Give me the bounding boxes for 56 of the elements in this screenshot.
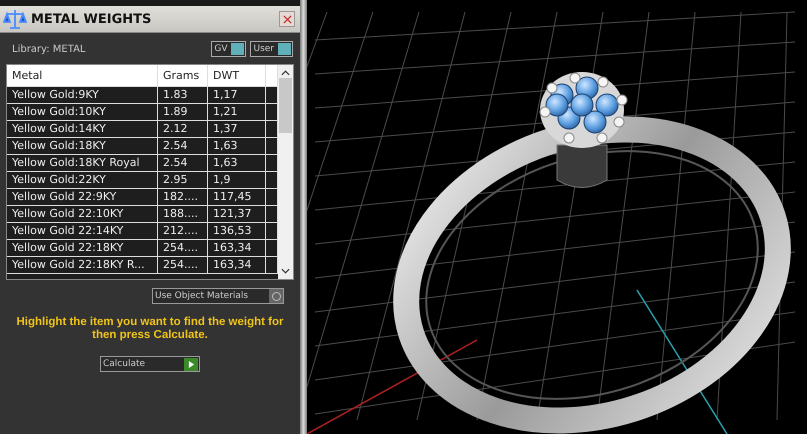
table-cell: Yellow Gold:18KY: [7, 138, 158, 155]
empty-header-cell: [266, 65, 278, 87]
table-cell: Yellow Gold 22:9KY: [7, 189, 158, 206]
column-header[interactable]: Grams: [158, 65, 208, 87]
table-cell: Yellow Gold 22:10KY: [7, 206, 158, 223]
table-cell: 117,45: [208, 189, 266, 206]
table-cell: 2.95: [158, 172, 208, 189]
table-cell: 163,34: [208, 257, 266, 274]
table-cell: 1,63: [208, 138, 266, 155]
close-icon: [282, 14, 292, 24]
toggle-switch[interactable]: GV: [211, 41, 246, 57]
table-cell: 2.54: [158, 138, 208, 155]
table-cell: 2.54: [158, 155, 208, 172]
scrollbar[interactable]: [278, 65, 293, 279]
use-object-materials-option[interactable]: Use Object Materials: [152, 288, 284, 304]
table-cell: Yellow Gold:14KY: [7, 121, 158, 138]
table-cell: 1.83: [158, 87, 208, 104]
instruction-text: Highlight the item you want to find the weight for then press Calculate.: [15, 316, 285, 342]
table-cell: 163,34: [208, 240, 266, 257]
table-cell: 212....: [158, 223, 208, 240]
table-cell: 2.12: [158, 121, 208, 138]
table-cell: Yellow Gold:10KY: [7, 104, 158, 121]
table-cell: 1,17: [208, 87, 266, 104]
toggle-label: GV: [214, 44, 228, 54]
table-cell: 136,53: [208, 223, 266, 240]
scroll-up-icon[interactable]: [281, 70, 290, 76]
table-cell: Yellow Gold 22:18KY: [7, 240, 158, 257]
table-cell: 188....: [158, 206, 208, 223]
radio-button[interactable]: [272, 292, 280, 300]
table-cell: 1,21: [208, 104, 266, 121]
column-header[interactable]: DWT: [208, 65, 266, 87]
table-cell: 254....: [158, 257, 208, 274]
scroll-down-icon[interactable]: [281, 268, 290, 274]
table-cell: 1.89: [158, 104, 208, 121]
table-cell: Yellow Gold 22:14KY: [7, 223, 158, 240]
table-cell: 1,9: [208, 172, 266, 189]
option-label: Use Object Materials: [155, 291, 248, 301]
table-cell: 254....: [158, 240, 208, 257]
table-cell: Yellow Gold:22KY: [7, 172, 158, 189]
table-cell: 1,63: [208, 155, 266, 172]
library-label: Library: METAL: [12, 44, 86, 54]
table-cell: 1,37: [208, 121, 266, 138]
panel-title: METAL WEIGHTS: [31, 12, 152, 26]
table-cell: 182....: [158, 189, 208, 206]
scrollbar-thumb[interactable]: [279, 78, 292, 133]
scale-icon: [3, 7, 27, 31]
toggle-switch[interactable]: User: [250, 41, 293, 57]
table-cell: Yellow Gold:9KY: [7, 87, 158, 104]
calculate-button[interactable]: Calculate: [100, 356, 200, 372]
column-header[interactable]: Metal: [7, 65, 158, 87]
close-button[interactable]: [279, 11, 295, 27]
toggle-label: User: [253, 44, 274, 54]
table-cell: 121,37: [208, 206, 266, 223]
play-icon: [184, 358, 198, 370]
table-cell: Yellow Gold 22:18KY R...: [7, 257, 158, 274]
table-cell: Yellow Gold:18KY Royal: [7, 155, 158, 172]
